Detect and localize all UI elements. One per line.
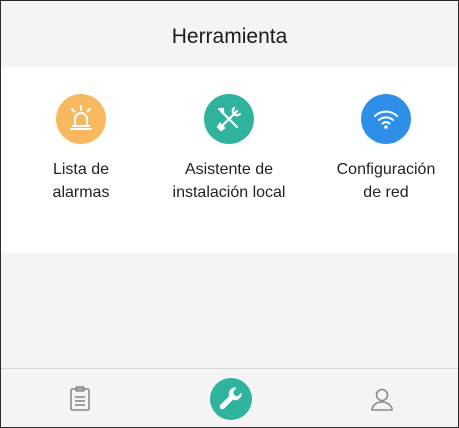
tool-network-configuration[interactable]: Configuración de red [311,94,458,204]
nav-item-profile[interactable] [342,369,422,427]
nav-item-tools[interactable] [191,369,271,427]
alarm-siren-icon [56,94,106,144]
wrench-icon [210,377,252,420]
bottom-navigation [1,368,458,427]
tools-icon [204,94,254,144]
user-icon [371,388,393,411]
tool-alarm-list[interactable]: Lista de alarmas [6,94,156,204]
wifi-icon [361,94,411,144]
tools-panel: Lista de alarmas Asistente de instalació… [1,67,458,253]
header: Herramienta [1,1,458,67]
tool-label: Lista de alarmas [52,161,110,201]
tool-label: Asistente de instalación local [172,161,286,201]
tool-label: Configuración de red [336,161,436,201]
page-title: Herramienta [171,25,288,48]
tool-local-installation-assistant[interactable]: Asistente de instalación local [154,94,304,204]
app-screen: Herramienta Lista de alarmas Asistente d… [0,0,459,428]
nav-item-list[interactable] [40,369,120,427]
clipboard-icon [70,385,90,411]
